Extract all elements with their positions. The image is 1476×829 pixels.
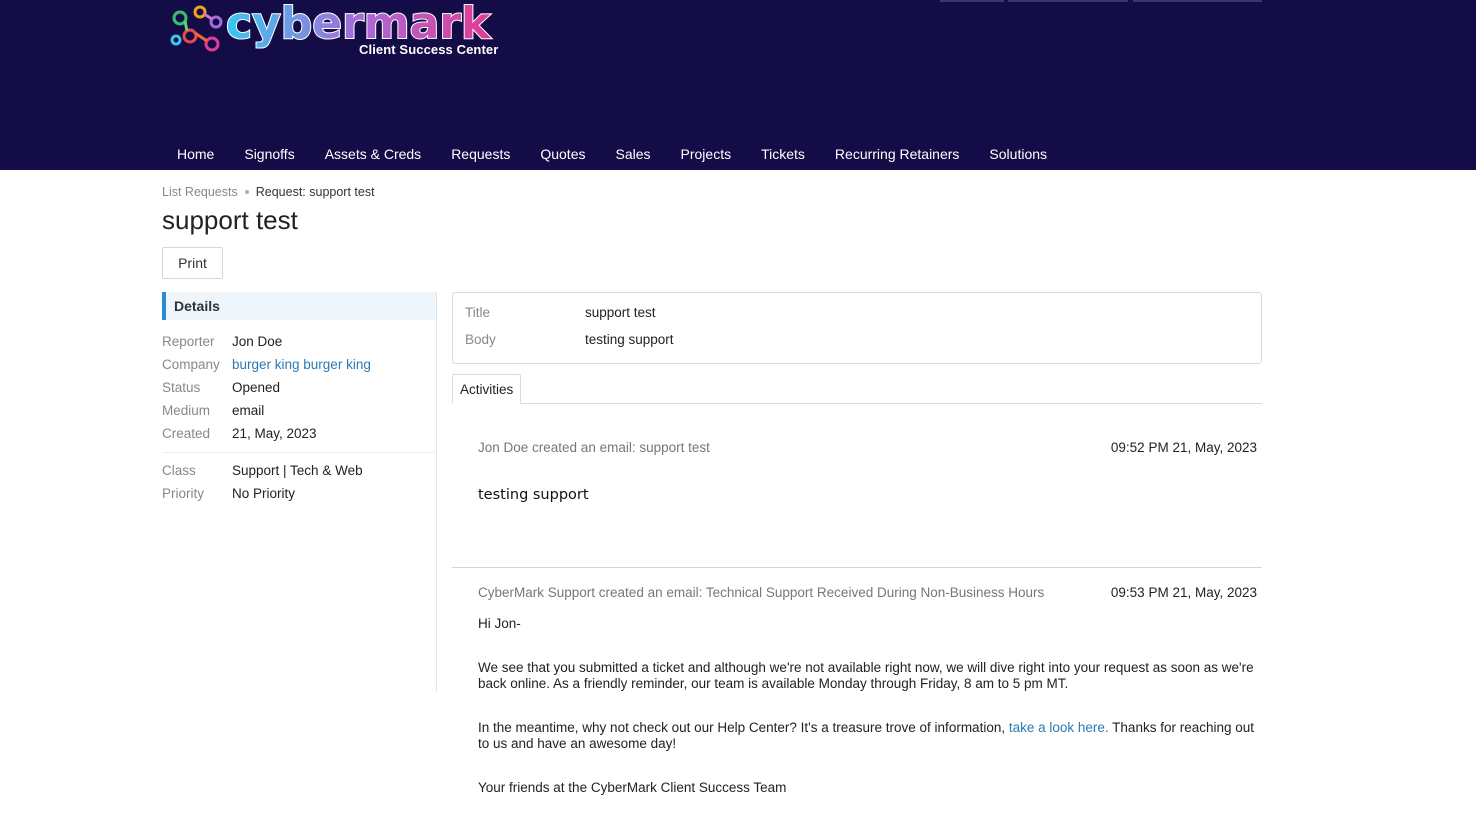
detail-label: Medium [162,403,211,418]
company-link[interactable]: burger king burger king [232,357,371,372]
top-tab[interactable] [1133,0,1262,2]
nav-assets-creds[interactable]: Assets & Creds [310,138,436,170]
email-paragraph: In the meantime, why not check out our H… [478,720,1262,752]
nav-recurring-retainers[interactable]: Recurring Retainers [820,138,975,170]
tab-bar: Activities [452,374,1262,404]
field-value: testing support [585,332,674,347]
top-tab[interactable] [1008,0,1128,2]
detail-reporter: Reporter Jon Doe [162,330,436,353]
tab-activities[interactable]: Activities [452,374,522,404]
breadcrumb-separator [244,190,249,194]
activity-time: 09:52 PM 21, May, 2023 [1110,440,1257,455]
details-divider [162,452,435,453]
main-nav: Home Signoffs Assets & Creds Requests Qu… [162,138,1062,170]
nav-quotes[interactable]: Quotes [525,138,600,170]
detail-label: Company [162,357,220,372]
email-greeting: Hi Jon- [478,616,521,631]
site-header: cybermark Client Success Center Home Sig… [0,0,1476,170]
email-signoff: Your friends at the CyberMark Client Suc… [478,780,787,795]
top-tab[interactable] [940,0,1004,2]
detail-class: Class Support | Tech & Web [162,459,436,482]
details-sidebar: Details Reporter Jon Doe Company burger … [162,292,437,692]
breadcrumb-list-requests[interactable]: List Requests [162,185,238,199]
nav-sales[interactable]: Sales [600,138,665,170]
detail-value: 21, May, 2023 [232,426,317,441]
detail-value: Opened [232,380,281,395]
details-heading: Details [162,292,436,320]
field-label: Title [465,305,491,320]
nav-requests[interactable]: Requests [436,138,525,170]
activity-header: CyberMark Support created an email: Tech… [478,585,1045,600]
activity-header: Jon Doe created an email: support test [478,440,710,455]
activity-time: 09:53 PM 21, May, 2023 [1110,585,1257,600]
email-text: In the meantime, why not check out our H… [478,720,1009,735]
detail-label: Created [162,426,211,441]
print-button[interactable]: Print [162,247,223,279]
nav-signoffs[interactable]: Signoffs [229,138,309,170]
activity-body: Hi Jon- We see that you submitted a tick… [478,616,1262,824]
nav-home[interactable]: Home [162,138,229,170]
request-fields: Title support test Body testing support [452,292,1262,364]
detail-value: No Priority [232,486,296,501]
detail-company: Company burger king burger king [162,353,436,376]
detail-created: Created 21, May, 2023 [162,422,436,445]
nav-projects[interactable]: Projects [666,138,747,170]
detail-status: Status Opened [162,376,436,399]
field-label: Body [465,332,496,347]
detail-priority: Priority No Priority [162,482,436,505]
help-center-link[interactable]: take a look here. [1009,720,1109,735]
detail-value: Support | Tech & Web [232,463,363,478]
request-body-row: Body testing support [465,326,1261,353]
detail-label: Status [162,380,201,395]
detail-value: Jon Doe [232,334,283,349]
nav-solutions[interactable]: Solutions [974,138,1062,170]
page-title: support test [162,205,298,235]
detail-label: Reporter [162,334,215,349]
breadcrumb-current: Request: support test [255,185,375,199]
detail-label: Class [162,463,196,478]
nav-tickets[interactable]: Tickets [746,138,820,170]
email-paragraph: We see that you submitted a ticket and a… [478,660,1254,691]
detail-label: Priority [162,486,205,501]
activity-item: Jon Doe created an email: support test 0… [452,430,1262,568]
request-title-row: Title support test [465,299,1261,326]
detail-value: email [232,403,265,418]
logo-subtitle: Client Success Center [359,42,499,57]
breadcrumb: List Requests Request: support test [162,185,375,199]
field-value: support test [585,305,656,320]
detail-medium: Medium email [162,399,436,422]
activity-body: testing support [478,487,589,503]
